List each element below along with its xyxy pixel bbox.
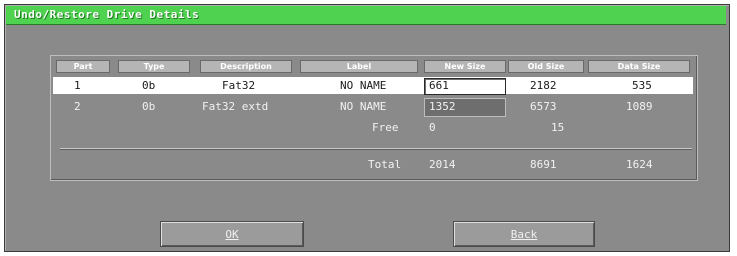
row2-part: 2 xyxy=(74,100,81,113)
total-divider xyxy=(60,148,692,150)
window-title: Undo/Restore Drive Details xyxy=(14,8,200,21)
row1-part: 1 xyxy=(74,79,81,92)
free-old-size: 15 xyxy=(551,121,565,134)
total-label: Total xyxy=(368,158,402,171)
column-header-data-size: Data Size xyxy=(588,60,690,73)
row2-type: 0b xyxy=(142,100,156,113)
row2-old-size: 6573 xyxy=(530,100,557,113)
row2-data-size: 1089 xyxy=(626,100,653,113)
ok-button-label: OK xyxy=(225,227,239,241)
column-header-description: Description xyxy=(200,60,292,73)
row2-label: NO NAME xyxy=(340,100,387,113)
row2-new-size[interactable]: 1352 xyxy=(429,100,456,114)
column-header-label: Label xyxy=(300,60,418,73)
free-label: Free xyxy=(372,121,399,134)
back-button-label: Back xyxy=(510,227,538,241)
column-header-new-size: New Size xyxy=(424,60,506,73)
column-header-part: Part xyxy=(56,60,110,73)
title-bar: Undo/Restore Drive Details xyxy=(6,6,726,25)
row1-old-size: 2182 xyxy=(530,79,557,92)
total-data-size: 1624 xyxy=(626,158,653,171)
back-button[interactable]: Back xyxy=(453,221,595,247)
row1-label: NO NAME xyxy=(340,79,387,92)
free-new-size: 0 xyxy=(429,121,436,134)
row1-data-size: 535 xyxy=(632,79,652,92)
row1-description: Fat32 xyxy=(222,79,256,92)
row1-type: 0b xyxy=(142,79,156,92)
total-old-size: 8691 xyxy=(530,158,557,171)
column-header-old-size: Old Size xyxy=(508,60,584,73)
total-new-size: 2014 xyxy=(429,158,456,171)
column-header-type: Type xyxy=(118,60,190,73)
ok-button[interactable]: OK xyxy=(160,221,304,247)
row1-new-size[interactable]: 661 xyxy=(429,79,449,93)
row2-description: Fat32 extd xyxy=(202,100,269,113)
